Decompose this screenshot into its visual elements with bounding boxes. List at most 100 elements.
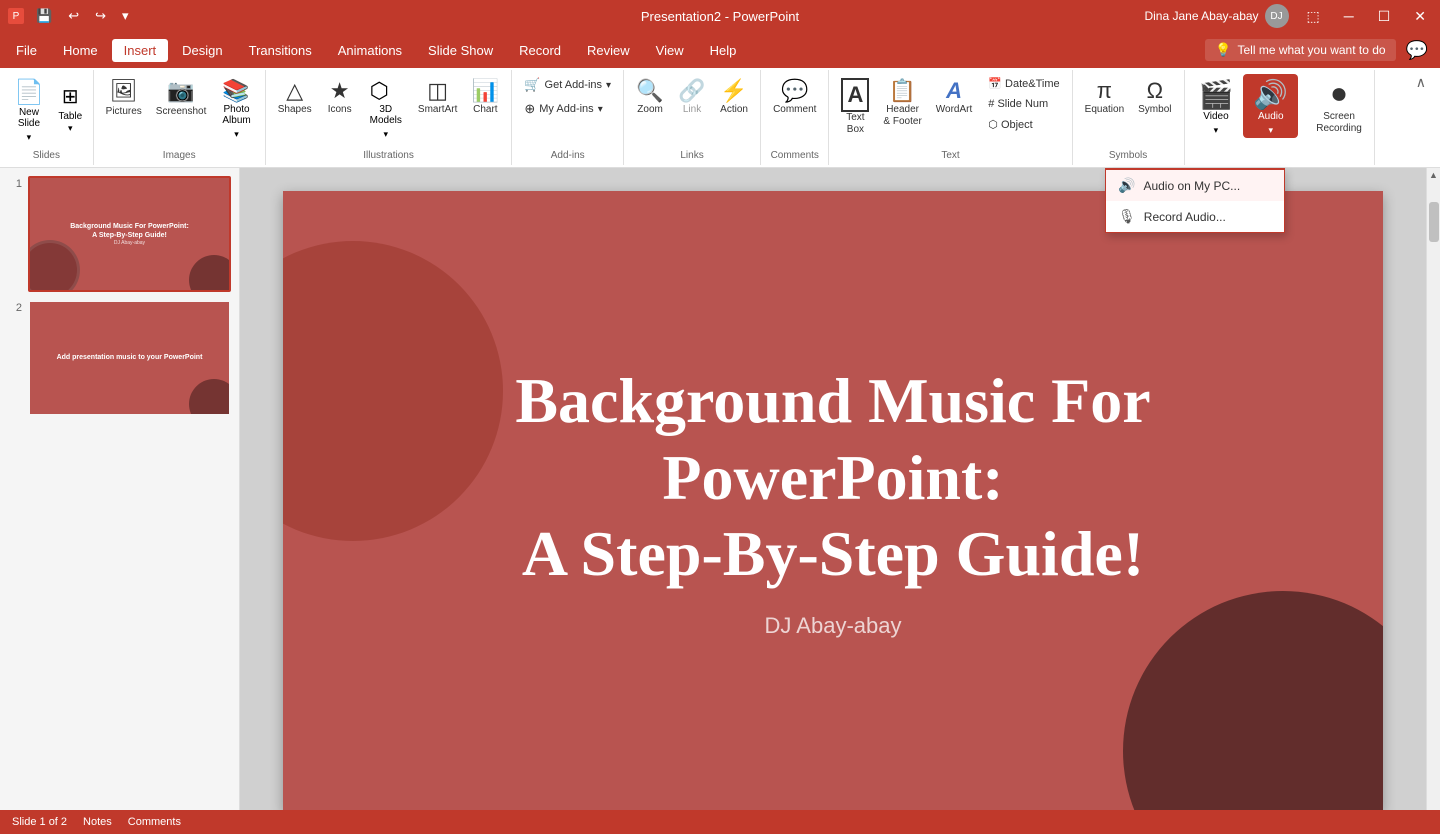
user-name: Dina Jane Abay-abay (1144, 9, 1258, 23)
slide-thumb-1-title: Background Music For PowerPoint:A Step-B… (70, 222, 189, 240)
audio-on-pc-option[interactable]: 🔊 Audio on My PC... (1106, 170, 1284, 201)
symbol-button[interactable]: Ω Symbol (1132, 74, 1177, 120)
action-button[interactable]: ⚡ Action (714, 74, 754, 120)
slide-canvas[interactable]: Background Music For PowerPoint: A Step-… (283, 191, 1383, 811)
ribbon-group-text: A TextBox 📋 Header& Footer A WordArt 📅 D… (829, 70, 1072, 165)
record-audio-option[interactable]: 🎙 Record Audio... (1106, 201, 1284, 232)
icons-button[interactable]: ★ Icons (320, 74, 360, 120)
save-qat-btn[interactable]: 💾 (32, 6, 56, 26)
screenshot-button[interactable]: 📷 Screenshot (150, 74, 213, 122)
redo-qat-btn[interactable]: ↪ (91, 6, 110, 26)
ribbon-group-addins: 🛒 Get Add-ins ▾ ⊕ My Add-ins ▾ Add-ins (512, 70, 624, 165)
menu-insert[interactable]: Insert (112, 39, 169, 62)
restore-down-btn[interactable]: ⬚ (1301, 6, 1326, 27)
slide-thumb-2[interactable]: Add presentation music to your PowerPoin… (28, 300, 231, 416)
record-audio-label: Record Audio... (1144, 210, 1226, 224)
scroll-up-arrow[interactable]: ▲ (1427, 168, 1440, 182)
ribbon-collapse-button[interactable]: ∧ (1410, 72, 1432, 93)
screen-recording-button[interactable]: ⏺ ScreenRecording (1310, 74, 1368, 139)
undo-qat-btn[interactable]: ↩ (64, 6, 83, 26)
menu-slideshow[interactable]: Slide Show (416, 39, 505, 62)
audio-on-pc-label: Audio on My PC... (1143, 179, 1240, 193)
main-area: 1 Background Music For PowerPoint:A Step… (0, 168, 1440, 834)
audio-on-pc-icon: 🔊 (1118, 177, 1135, 194)
table-button[interactable]: ⊞ Table ▾ (54, 80, 87, 136)
maximize-btn[interactable]: ☐ (1372, 6, 1397, 27)
ribbon-group-media: 🎬 Video ▾ 🔊 Audio ▾ (1185, 70, 1305, 165)
addins-group-label: Add-ins (551, 150, 585, 161)
audio-button[interactable]: 🔊 Audio ▾ (1243, 74, 1298, 138)
comments-group-label: Comments (771, 150, 819, 161)
get-addins-button[interactable]: 🛒 Get Add-ins ▾ (518, 74, 617, 96)
slide-number-1: 1 (8, 178, 22, 190)
menu-record[interactable]: Record (507, 39, 573, 62)
ribbon-group-slides: 📄 NewSlide ▾ ⊞ Table ▾ Slides (0, 70, 94, 165)
comments-icon[interactable]: 💬 (1398, 38, 1436, 63)
text-group-label: Text (941, 150, 959, 161)
slide-item-2[interactable]: 2 Add presentation music to your PowerPo… (8, 300, 231, 416)
minimize-btn[interactable]: ─ (1338, 6, 1360, 26)
my-addins-button[interactable]: ⊕ My Add-ins ▾ (518, 98, 617, 120)
link-button[interactable]: 🔗 Link (672, 74, 712, 120)
slide-thumb-2-title: Add presentation music to your PowerPoin… (57, 353, 203, 362)
slide-number-button[interactable]: # Slide Num (982, 95, 1065, 113)
menu-help[interactable]: Help (698, 39, 749, 62)
comment-button[interactable]: 💬 Comment (767, 74, 822, 120)
video-button[interactable]: 🎬 Video ▾ (1191, 74, 1242, 138)
scroll-track[interactable] (1427, 182, 1440, 820)
canvas-area: Background Music For PowerPoint: A Step-… (240, 168, 1426, 834)
zoom-button[interactable]: 🔍 Zoom (630, 74, 670, 120)
slide-main-title: Background Music For PowerPoint: A Step-… (515, 363, 1150, 593)
slide-item-1[interactable]: 1 Background Music For PowerPoint:A Step… (8, 176, 231, 292)
wordart-button[interactable]: A WordArt (930, 74, 979, 120)
3d-models-button[interactable]: ⬡ 3DModels ▾ (362, 74, 410, 142)
search-placeholder: Tell me what you want to do (1238, 43, 1386, 57)
audio-dropdown: 🔊 Audio on My PC... 🎙 Record Audio... (1105, 168, 1285, 233)
slide-count: Slide 1 of 2 (12, 816, 67, 828)
menu-transitions[interactable]: Transitions (237, 39, 324, 62)
object-button[interactable]: ⬡ Object (982, 115, 1065, 134)
title-bar-right: Dina Jane Abay-abay DJ ⬚ ─ ☐ ✕ (1144, 4, 1432, 28)
menu-review[interactable]: Review (575, 39, 642, 62)
chart-button[interactable]: 📊 Chart (465, 74, 505, 120)
slide-thumb-1[interactable]: Background Music For PowerPoint:A Step-B… (28, 176, 231, 292)
slides-group-label: Slides (33, 150, 60, 161)
user-section[interactable]: Dina Jane Abay-abay DJ (1144, 4, 1288, 28)
smartart-button[interactable]: ◫ SmartArt (412, 74, 463, 120)
title-bar-left: P 💾 ↩ ↪ ▾ (8, 6, 133, 26)
notes-btn[interactable]: Notes (83, 816, 112, 828)
photo-album-button[interactable]: 📚 PhotoAlbum ▾ (214, 74, 258, 142)
menu-file[interactable]: File (4, 39, 49, 62)
status-bar: Slide 1 of 2 Notes Comments (0, 810, 1440, 834)
menu-design[interactable]: Design (170, 39, 234, 62)
powerpoint-icon: P (8, 8, 24, 24)
menu-animations[interactable]: Animations (326, 39, 414, 62)
date-time-button[interactable]: 📅 Date&Time (982, 74, 1065, 93)
comments-btn[interactable]: Comments (128, 816, 181, 828)
pictures-button[interactable]: 🖼 Pictures (100, 74, 148, 122)
menu-view[interactable]: View (644, 39, 696, 62)
illustrations-group-label: Illustrations (363, 150, 414, 161)
new-slide-button[interactable]: 📄 NewSlide ▾ (6, 74, 52, 145)
links-group-label: Links (680, 150, 703, 161)
shapes-button[interactable]: △ Shapes (272, 74, 318, 120)
ribbon-group-images: 🖼 Pictures 📷 Screenshot 📚 PhotoAlbum ▾ I… (94, 70, 266, 165)
scroll-thumb[interactable] (1429, 202, 1439, 242)
close-btn[interactable]: ✕ (1408, 6, 1432, 27)
slide-panel: 1 Background Music For PowerPoint:A Step… (0, 168, 240, 834)
ribbon-group-comments: 💬 Comment Comments (761, 70, 829, 165)
text-box-button[interactable]: A TextBox (835, 74, 875, 140)
slide-number-2: 2 (8, 302, 22, 314)
right-scrollbar[interactable]: ▲ ▼ (1426, 168, 1440, 834)
slide-author: DJ Abay-abay (765, 613, 902, 639)
ribbon-group-screen-recording: ⏺ ScreenRecording (1304, 70, 1375, 165)
search-bar[interactable]: 💡 Tell me what you want to do (1205, 39, 1395, 61)
slide-thumb-1-author: DJ Abay-abay (114, 240, 145, 246)
customize-qat-btn[interactable]: ▾ (118, 6, 133, 26)
menu-home[interactable]: Home (51, 39, 110, 62)
header-footer-button[interactable]: 📋 Header& Footer (877, 74, 927, 132)
equation-button[interactable]: π Equation (1079, 74, 1130, 120)
menu-bar: File Home Insert Design Transitions Anim… (0, 32, 1440, 68)
title-bar: P 💾 ↩ ↪ ▾ Presentation2 - PowerPoint Din… (0, 0, 1440, 32)
lightbulb-icon: 💡 (1215, 42, 1231, 58)
